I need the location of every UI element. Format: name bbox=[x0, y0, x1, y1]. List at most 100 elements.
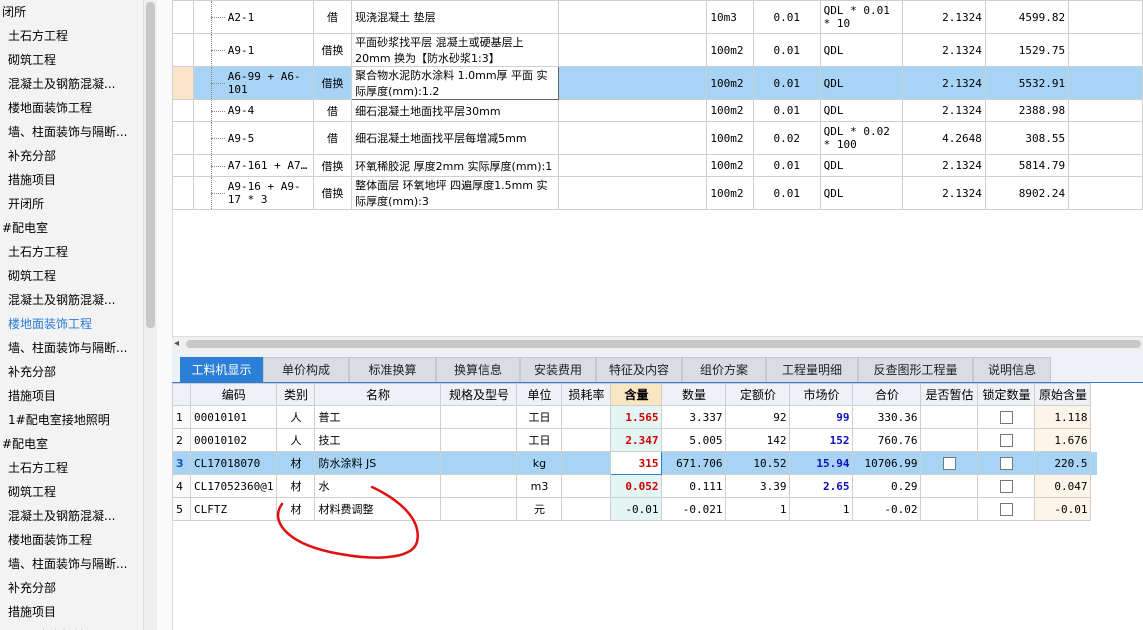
tree-node[interactable]: #配电室 bbox=[0, 216, 143, 240]
tree-node[interactable]: 砌筑工程 bbox=[0, 48, 143, 72]
tab[interactable]: 组价方案 bbox=[682, 357, 766, 382]
scroll-left-icon[interactable]: ◂ bbox=[174, 338, 179, 349]
tree-node[interactable]: 补充分部 bbox=[0, 360, 143, 384]
column-header[interactable]: 锁定数量 bbox=[977, 383, 1036, 406]
content-value[interactable]: 0.052 bbox=[610, 474, 663, 498]
tree-node[interactable]: 闭所 bbox=[0, 0, 143, 24]
table-row[interactable]: 3 CL17018070 材防水涂料 JS kg 315 671.706 10.52 15.9… bbox=[172, 451, 1098, 475]
tree-node[interactable]: 楼地面装饰工程 bbox=[0, 312, 143, 336]
lock-quantity-checkbox[interactable] bbox=[999, 433, 1013, 447]
tree-scrollbar-thumb[interactable] bbox=[146, 2, 155, 328]
content-value[interactable]: 315 bbox=[610, 451, 663, 475]
tree-node[interactable]: 楼地面装饰工程 bbox=[0, 96, 143, 120]
row-header[interactable] bbox=[172, 121, 194, 155]
resource-name[interactable]: 材料费调整 bbox=[314, 497, 442, 521]
quota-row[interactable]: A9-1 借换 平面砂浆找平层 混凝土或硬基层上20mm 换为【防水砂浆1:3】 10… bbox=[172, 33, 1143, 67]
tab[interactable]: 换算信息 bbox=[436, 357, 520, 382]
is-estimate-checkbox[interactable] bbox=[942, 456, 956, 470]
quota-row[interactable]: A6-99 + A6-101 借换 聚合物水泥防水涂料 1.0mm厚 平面 实际厚度… bbox=[172, 66, 1143, 100]
content-value[interactable]: 1.565 bbox=[610, 405, 663, 429]
column-header[interactable]: 是否暂估 bbox=[920, 383, 979, 406]
tree-node[interactable]: 墙、柱面装饰与隔断... bbox=[0, 552, 143, 576]
column-header[interactable]: 类别 bbox=[276, 383, 316, 406]
column-header[interactable]: 市场价 bbox=[789, 383, 854, 406]
row-header[interactable] bbox=[172, 0, 194, 34]
column-header[interactable]: 数量 bbox=[661, 383, 727, 406]
row-header[interactable] bbox=[172, 33, 194, 67]
tree-node[interactable]: 土石方工程 bbox=[0, 240, 143, 264]
tree-node[interactable]: 措施项目 bbox=[0, 384, 143, 408]
tree-scrollbar[interactable] bbox=[143, 0, 157, 630]
column-header[interactable]: 含量 bbox=[610, 383, 663, 406]
tree-node[interactable]: 补充分部 bbox=[0, 576, 143, 600]
lock-quantity-checkbox[interactable] bbox=[999, 456, 1013, 470]
column-header[interactable]: 合价 bbox=[852, 383, 922, 406]
panel-divider[interactable] bbox=[157, 0, 173, 630]
lock-quantity-checkbox[interactable] bbox=[999, 410, 1013, 424]
resource-name[interactable]: 普工 bbox=[314, 405, 442, 429]
tree-node[interactable]: 开闭所 bbox=[0, 192, 143, 216]
market-price[interactable]: 1 bbox=[789, 497, 854, 521]
tree-node[interactable]: 土石方工程 bbox=[0, 24, 143, 48]
tab[interactable]: 说明信息 bbox=[973, 357, 1051, 382]
horizontal-scrollbar-thumb[interactable] bbox=[186, 340, 1141, 348]
column-header[interactable]: 名称 bbox=[314, 383, 442, 406]
lock-quantity-checkbox[interactable] bbox=[999, 479, 1013, 493]
quota-row[interactable]: A7-161 + A7… 借换 环氧稀胶泥 厚度2mm 实际厚度(mm):1 100m… bbox=[172, 154, 1143, 177]
quantity-expression[interactable]: QDL * 0.02 * 100 bbox=[819, 121, 904, 155]
tab[interactable]: 特征及内容 bbox=[596, 357, 682, 382]
column-header[interactable]: 原始含量 bbox=[1034, 383, 1092, 406]
row-header[interactable] bbox=[172, 66, 194, 100]
table-row[interactable]: 1 00010101 人普工 工日 1.565 3.337 92 99 330.36 1.118 bbox=[172, 405, 1098, 429]
quota-name[interactable]: 平面砂浆找平层 混凝土或硬基层上20mm 换为【防水砂浆1:3】 bbox=[351, 33, 560, 67]
quantity-expression[interactable]: QDL bbox=[819, 176, 904, 210]
quota-name[interactable]: 聚合物水泥防水涂料 1.0mm厚 平面 实际厚度(mm):1.2 bbox=[351, 66, 560, 100]
tree-node[interactable]: 补充分部 bbox=[0, 144, 143, 168]
row-header[interactable] bbox=[172, 99, 194, 122]
tab[interactable]: 工料机显示 bbox=[180, 357, 263, 382]
tab[interactable]: 反查图形工程量 bbox=[858, 357, 973, 382]
quantity-expression[interactable]: QDL bbox=[819, 99, 904, 122]
resource-name[interactable]: 技工 bbox=[314, 428, 442, 452]
resource-name[interactable]: 水 bbox=[314, 474, 442, 498]
column-header[interactable]: 定额价 bbox=[725, 383, 791, 406]
market-price[interactable]: 152 bbox=[789, 428, 854, 452]
lock-quantity-checkbox[interactable] bbox=[999, 502, 1013, 516]
quantity-expression[interactable]: QDL bbox=[819, 33, 904, 67]
quota-name[interactable]: 细石混凝土地面找平层30mm bbox=[351, 99, 560, 122]
market-price[interactable]: 15.94 bbox=[789, 451, 854, 475]
tree-node[interactable]: #配电室 bbox=[0, 432, 143, 456]
tree-node[interactable]: 土石方工程 bbox=[0, 456, 143, 480]
tab[interactable]: 工程量明细 bbox=[766, 357, 858, 382]
tab[interactable]: 安装费用 bbox=[520, 357, 596, 382]
tree-node[interactable]: 混凝土及钢筋混凝... bbox=[0, 288, 143, 312]
tree-node[interactable]: 措施项目 bbox=[0, 600, 143, 624]
tree-node[interactable]: 混凝土及钢筋混凝... bbox=[0, 504, 143, 528]
table-row[interactable]: 2 00010102 人技工 工日 2.347 5.005 142 152 760.76 1.67… bbox=[172, 428, 1098, 452]
tab[interactable]: 标准换算 bbox=[349, 357, 436, 382]
tree-node[interactable]: 1#配电室接地照明 bbox=[0, 408, 143, 432]
tree-node[interactable]: 墙、柱面装饰与隔断... bbox=[0, 336, 143, 360]
column-header[interactable]: 损耗率 bbox=[561, 383, 612, 406]
tree-node[interactable]: 混凝土及钢筋混凝... bbox=[0, 72, 143, 96]
quota-row[interactable]: A2-1 借现浇混凝土 垫层 10m3 0.01 QDL * 0.01 * 10 2.13… bbox=[172, 0, 1143, 34]
table-row[interactable]: 4 CL17052360@1 材水 m3 0.052 0.111 3.39 2.65 0.29 0… bbox=[172, 474, 1098, 498]
content-value[interactable]: 2.347 bbox=[610, 428, 663, 452]
market-price[interactable]: 2.65 bbox=[789, 474, 854, 498]
tab[interactable]: 单价构成 bbox=[263, 357, 349, 382]
row-header[interactable] bbox=[172, 154, 194, 177]
tree-node[interactable]: 砌筑工程 bbox=[0, 480, 143, 504]
quota-row[interactable]: A9-16 + A9-17 * 3 借换 整体面层 环氧地坪 四遍厚度1.5mm 实… bbox=[172, 176, 1143, 210]
quota-name[interactable]: 细石混凝土地面找平层每增减5mm bbox=[351, 121, 560, 155]
quantity-expression[interactable]: QDL bbox=[819, 66, 904, 100]
quota-name[interactable]: 整体面层 环氧地坪 四遍厚度1.5mm 实际厚度(mm):3 bbox=[351, 176, 560, 210]
quantity-expression[interactable]: QDL bbox=[819, 154, 904, 177]
column-header[interactable]: 规格及型号 bbox=[440, 383, 518, 406]
column-header[interactable]: 单位 bbox=[516, 383, 563, 406]
tree-node[interactable]: 楼地面装饰工程 bbox=[0, 528, 143, 552]
column-header[interactable]: 编码 bbox=[189, 383, 278, 406]
resource-name[interactable]: 防水涂料 JS bbox=[314, 451, 442, 475]
quota-name[interactable]: 环氧稀胶泥 厚度2mm 实际厚度(mm):1 bbox=[351, 154, 560, 177]
quantity-expression[interactable]: QDL * 0.01 * 10 bbox=[819, 0, 904, 34]
tree-node[interactable]: 2#配电室接地照明 bbox=[0, 624, 143, 630]
